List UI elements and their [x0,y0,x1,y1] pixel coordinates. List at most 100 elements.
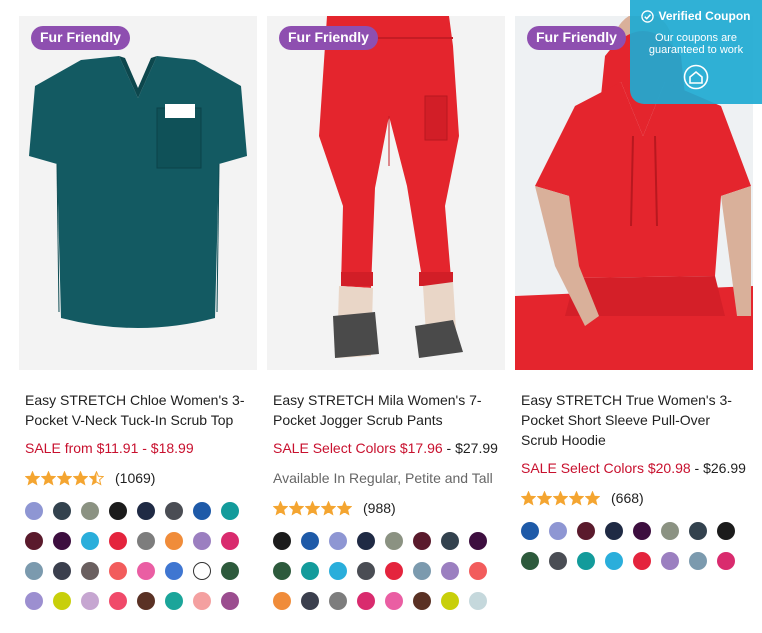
color-swatch[interactable] [413,532,431,550]
product-image[interactable]: Fur Friendly [267,16,505,370]
color-swatch[interactable] [165,532,183,550]
color-swatch[interactable] [385,592,403,610]
verified-coupon-popup[interactable]: Verified Coupon Our coupons are guarante… [630,0,762,104]
product-title[interactable]: Easy STRETCH True Women's 3-Pocket Short… [515,390,753,450]
color-swatch[interactable] [165,592,183,610]
color-swatch[interactable] [661,522,679,540]
fur-friendly-badge: Fur Friendly [527,26,626,50]
star-icon [57,470,72,486]
color-swatch[interactable] [329,562,347,580]
star-icon [289,500,304,516]
product-rating[interactable]: (668) [515,488,753,508]
product-image[interactable]: Fur Friendly [19,16,257,370]
color-swatch[interactable] [357,592,375,610]
color-swatch[interactable] [221,532,239,550]
color-swatch[interactable] [357,532,375,550]
color-swatch[interactable] [109,592,127,610]
color-swatch[interactable] [137,502,155,520]
product-card[interactable]: Fur Friendly Easy STRETCH Chloe Women's … [19,16,257,610]
product-rating[interactable]: (1069) [19,468,257,488]
coupon-logo-icon[interactable] [683,64,709,90]
product-title[interactable]: Easy STRETCH Mila Women's 7-Pocket Jogge… [267,390,505,430]
color-swatch[interactable] [329,532,347,550]
color-swatch[interactable] [689,522,707,540]
color-swatch[interactable] [521,552,539,570]
color-swatch[interactable] [301,532,319,550]
color-swatch[interactable] [385,562,403,580]
color-swatch[interactable] [81,562,99,580]
color-swatch[interactable] [633,522,651,540]
star-icon [321,500,336,516]
color-swatch[interactable] [717,522,735,540]
color-swatch[interactable] [137,532,155,550]
color-swatch[interactable] [413,592,431,610]
rating-stars [25,470,104,486]
color-swatch[interactable] [301,592,319,610]
color-swatch[interactable] [469,592,487,610]
coupon-title: Verified Coupon [658,9,751,23]
color-swatch[interactable] [661,552,679,570]
color-swatch[interactable] [441,562,459,580]
color-swatch[interactable] [577,522,595,540]
color-swatch[interactable] [193,562,211,580]
product-rating[interactable]: (988) [267,498,505,518]
color-swatch[interactable] [549,552,567,570]
color-swatch[interactable] [717,552,735,570]
product-title[interactable]: Easy STRETCH Chloe Women's 3-Pocket V-Ne… [19,390,257,430]
review-count: (1069) [115,470,156,486]
color-swatch[interactable] [689,552,707,570]
color-swatch[interactable] [385,532,403,550]
color-swatch[interactable] [193,592,211,610]
color-swatch[interactable] [273,562,291,580]
star-icon [585,490,600,506]
color-swatch[interactable] [53,562,71,580]
color-swatch[interactable] [273,532,291,550]
star-icon [553,490,568,506]
color-swatch[interactable] [25,502,43,520]
color-swatch[interactable] [605,552,623,570]
color-swatch[interactable] [549,522,567,540]
color-swatch[interactable] [137,592,155,610]
color-swatch[interactable] [221,562,239,580]
color-swatch[interactable] [273,592,291,610]
color-swatch[interactable] [413,562,431,580]
star-icon [89,470,104,486]
color-swatch[interactable] [441,592,459,610]
rating-stars [521,490,600,506]
color-swatch[interactable] [25,592,43,610]
coupon-subtitle: Our coupons are guaranteed to work [648,32,744,56]
product-card[interactable]: Fur Friendly Easy STRETCH Mila Women's 7… [267,16,505,610]
color-swatch[interactable] [301,562,319,580]
color-swatch[interactable] [605,522,623,540]
color-swatch[interactable] [53,532,71,550]
sale-price: SALE from $11.91 - $18.99 [25,440,194,456]
color-swatch[interactable] [137,562,155,580]
color-swatch[interactable] [577,552,595,570]
color-swatch[interactable] [53,592,71,610]
color-swatch[interactable] [357,562,375,580]
color-swatch[interactable] [469,562,487,580]
color-swatch[interactable] [221,502,239,520]
color-swatch[interactable] [81,592,99,610]
color-swatch[interactable] [221,592,239,610]
color-swatch[interactable] [329,592,347,610]
color-swatch[interactable] [633,552,651,570]
color-swatch[interactable] [109,532,127,550]
color-swatch[interactable] [165,502,183,520]
star-icon [569,490,584,506]
color-swatch[interactable] [109,562,127,580]
color-swatch[interactable] [165,562,183,580]
color-swatch[interactable] [53,502,71,520]
color-swatch[interactable] [469,532,487,550]
color-swatch[interactable] [193,532,211,550]
color-swatch[interactable] [521,522,539,540]
color-swatch[interactable] [81,532,99,550]
color-swatch[interactable] [81,502,99,520]
color-swatch[interactable] [25,532,43,550]
star-icon [73,470,88,486]
color-swatch[interactable] [109,502,127,520]
regular-price: - $27.99 [442,440,498,456]
color-swatch[interactable] [25,562,43,580]
color-swatch[interactable] [441,532,459,550]
color-swatch[interactable] [193,502,211,520]
